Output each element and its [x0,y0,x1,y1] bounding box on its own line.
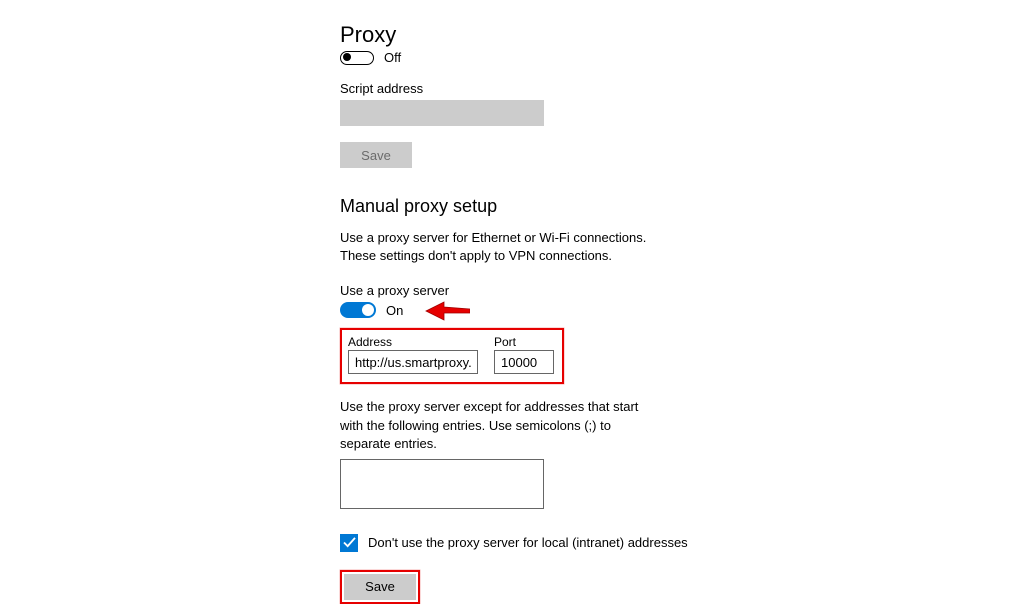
checkmark-icon [343,537,356,548]
arrow-icon [424,300,470,322]
address-label: Address [348,335,478,349]
port-input[interactable] [494,350,554,374]
use-proxy-toggle-label: On [386,303,403,318]
script-address-label: Script address [340,81,760,96]
address-port-highlight: Address Port [340,328,564,384]
manual-proxy-section-title: Manual proxy setup [340,196,760,217]
address-input[interactable] [348,350,478,374]
autodetect-toggle-label: Off [384,50,401,65]
bypass-local-label: Don't use the proxy server for local (in… [368,535,688,550]
use-proxy-label: Use a proxy server [340,283,760,298]
port-label: Port [494,335,554,349]
script-save-button: Save [340,142,412,168]
exceptions-textarea[interactable] [340,459,544,509]
autodetect-toggle[interactable] [340,51,374,65]
manual-proxy-description: Use a proxy server for Ethernet or Wi-Fi… [340,229,680,265]
save-button-highlight: Save [340,570,420,604]
page-title: Proxy [340,22,760,48]
bypass-local-checkbox[interactable] [340,534,358,552]
exceptions-label: Use the proxy server except for addresse… [340,398,660,453]
manual-save-button[interactable]: Save [344,574,416,600]
script-address-input[interactable] [340,100,544,126]
use-proxy-toggle[interactable] [340,302,376,318]
